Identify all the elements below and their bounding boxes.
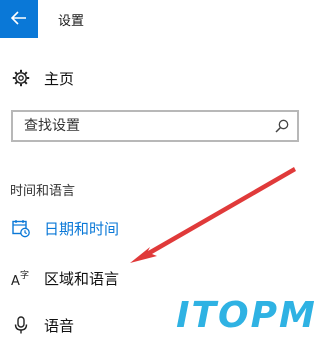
calendar-clock-icon [10,217,32,239]
language-icon: A 字 [10,267,32,289]
settings-window: 设置 主页 查找设置 时间和语言 日期和时间 A 字 区域和语言 语音 ITOP… [0,0,331,347]
search-icon[interactable] [273,117,291,135]
gear-icon [10,67,32,89]
back-button[interactable] [0,0,38,38]
watermark-text: ITOPM [176,295,317,336]
window-title: 设置 [58,14,85,29]
nav-item-date-time[interactable]: 日期和时间 [10,214,310,242]
nav-item-label: 区域和语言 [44,269,120,288]
watermark: ITOPM [162,284,331,347]
home-label: 主页 [44,69,75,88]
svg-text:字: 字 [20,269,29,281]
microphone-icon [10,314,32,336]
search-box[interactable] [11,110,299,142]
home-link[interactable]: 主页 [10,64,310,92]
section-header: 时间和语言 [10,184,76,199]
nav-item-label: 日期和时间 [44,219,120,238]
arrow-left-icon [10,10,27,29]
svg-text:A: A [11,274,20,288]
title-bar: 设置 [0,0,331,38]
nav-item-label: 语音 [44,316,75,335]
search-input[interactable] [13,112,263,140]
